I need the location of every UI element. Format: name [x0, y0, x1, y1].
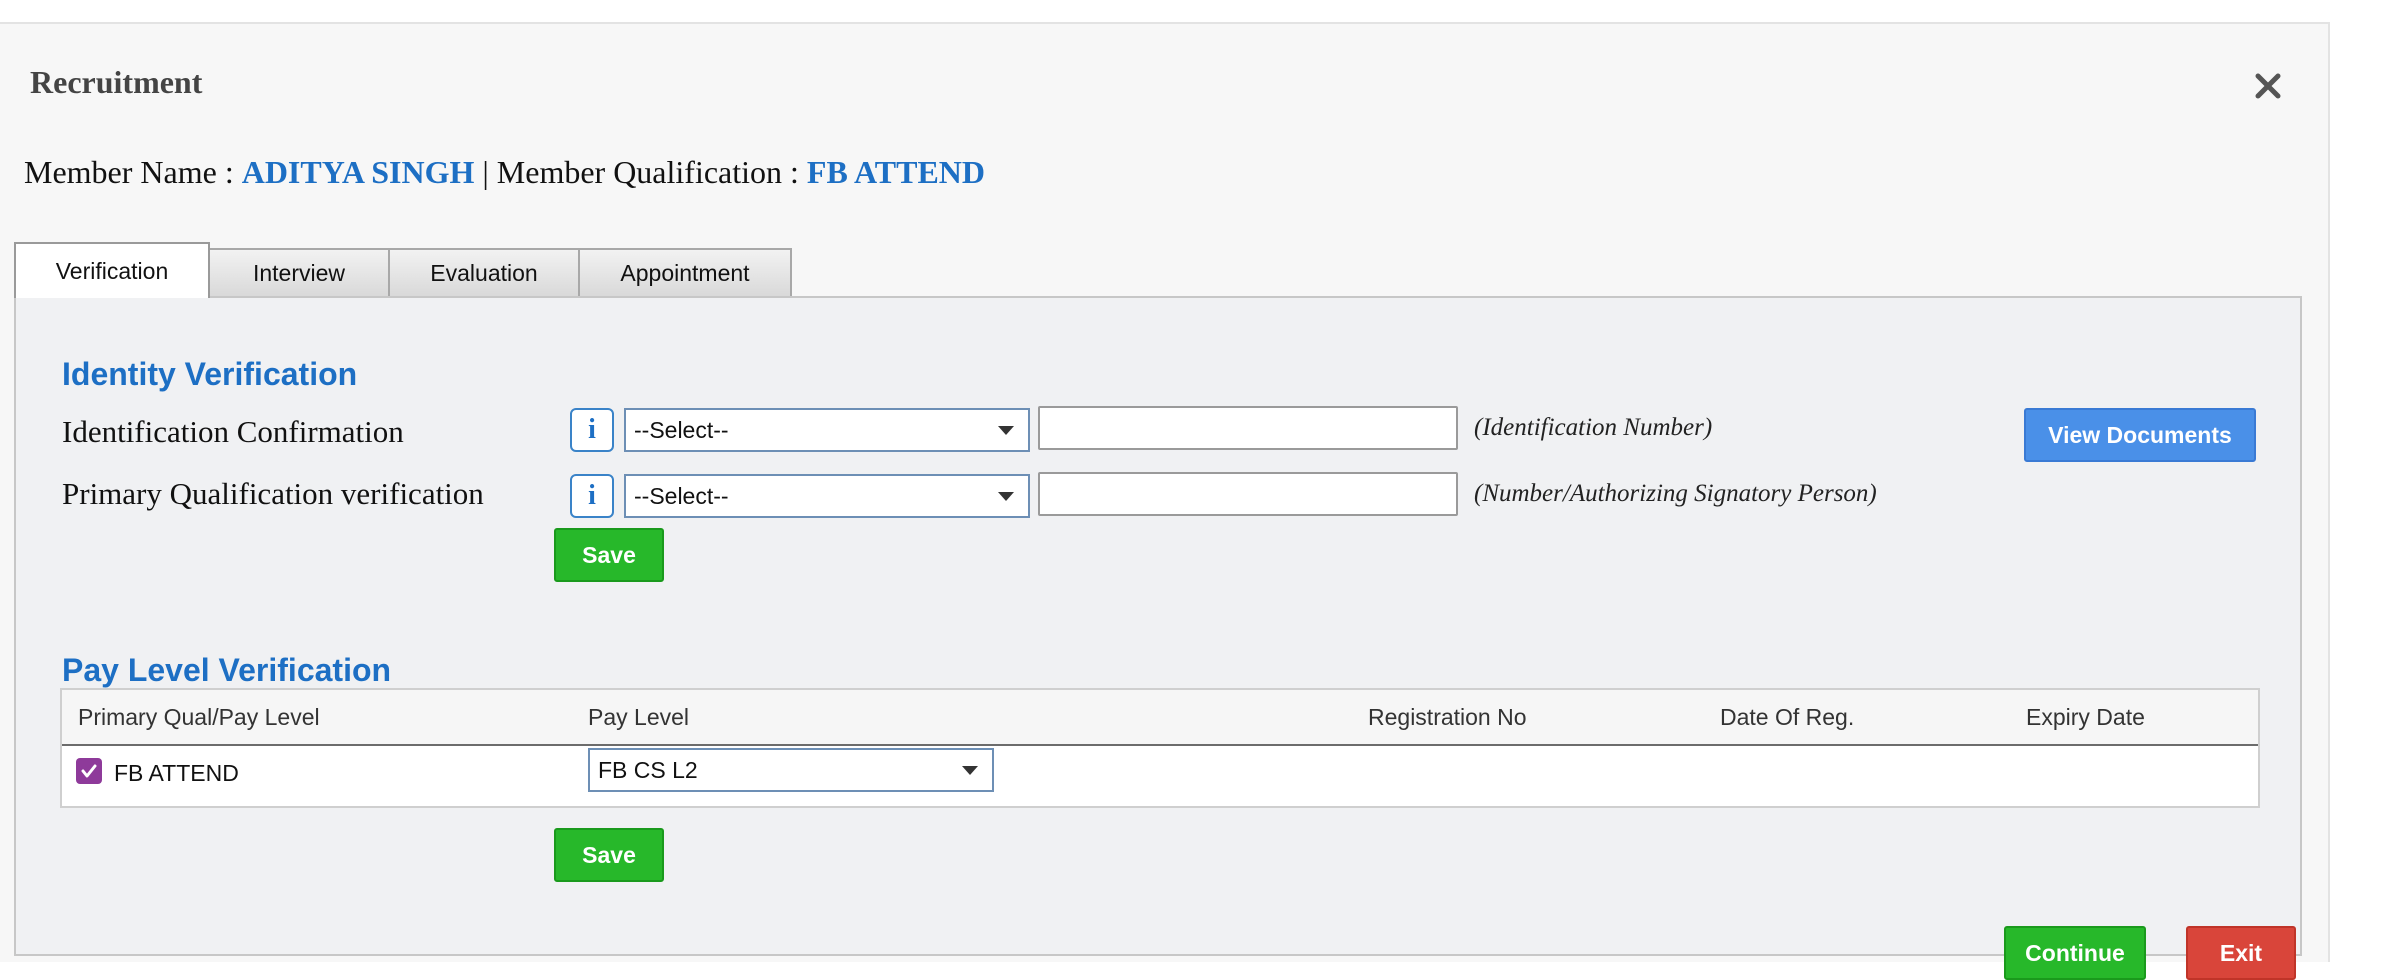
view-documents-button[interactable]: View Documents [2024, 408, 2256, 462]
member-name-label: Member Name : [24, 154, 242, 190]
member-qualification-label: Member Qualification : [496, 154, 807, 190]
close-icon[interactable] [2248, 66, 2288, 106]
identity-verification-title: Identity Verification [62, 356, 358, 392]
pay-level-select[interactable]: FB CS L2 [588, 748, 994, 792]
member-separator: | [474, 154, 497, 190]
identification-type-select[interactable]: --Select-- [624, 408, 1030, 452]
identification-number-hint: (Identification Number) [1474, 414, 1713, 441]
save-pay-level-button[interactable]: Save [554, 828, 664, 882]
member-qualification-value: FB ATTEND [806, 154, 986, 190]
modal-title: Recruitment [30, 64, 203, 100]
exit-button[interactable]: Exit [2186, 926, 2296, 980]
chevron-down-icon [998, 426, 1014, 435]
primary-qualification-verification-label: Primary Qualification verification [62, 476, 484, 511]
info-icon[interactable]: i [570, 408, 614, 452]
table-header: Primary Qual/Pay Level Pay Level Registr… [62, 690, 2258, 746]
identification-confirmation-label: Identification Confirmation [62, 414, 404, 449]
info-icon[interactable]: i [570, 474, 614, 518]
select-value: --Select-- [634, 482, 729, 509]
tab-interview[interactable]: Interview [208, 248, 390, 296]
pay-level-table: Primary Qual/Pay Level Pay Level Registr… [60, 688, 2260, 808]
tab-evaluation[interactable]: Evaluation [388, 248, 580, 296]
authorizing-signatory-input[interactable] [1038, 472, 1458, 516]
column-date-of-reg: Date Of Reg. [1720, 704, 1855, 730]
save-identity-button[interactable]: Save [554, 528, 664, 582]
verification-panel [14, 296, 2302, 956]
pay-level-verification-title: Pay Level Verification [62, 652, 392, 688]
select-value: --Select-- [634, 416, 729, 443]
table-row: FB ATTEND FB CS L2 [62, 746, 2258, 808]
tab-verification[interactable]: Verification [14, 242, 210, 298]
column-pay-level: Pay Level [588, 704, 690, 730]
qualification-cell: FB ATTEND [114, 760, 239, 786]
column-expiry-date: Expiry Date [2026, 704, 2145, 730]
row-checkbox[interactable] [76, 758, 102, 784]
tab-appointment[interactable]: Appointment [578, 248, 792, 296]
member-info: Member Name : ADITYA SINGH | Member Qual… [24, 154, 985, 191]
column-primary-qual: Primary Qual/Pay Level [78, 704, 320, 730]
select-value: FB CS L2 [598, 756, 698, 783]
column-registration-no: Registration No [1368, 704, 1527, 730]
checkmark-icon [81, 764, 97, 778]
identification-number-input[interactable] [1038, 406, 1458, 450]
chevron-down-icon [962, 766, 978, 775]
qualification-type-select[interactable]: --Select-- [624, 474, 1030, 518]
authorizing-signatory-hint: (Number/Authorizing Signatory Person) [1474, 480, 1877, 507]
chevron-down-icon [998, 492, 1014, 501]
member-name-value: ADITYA SINGH [241, 154, 475, 190]
continue-button[interactable]: Continue [2004, 926, 2146, 980]
